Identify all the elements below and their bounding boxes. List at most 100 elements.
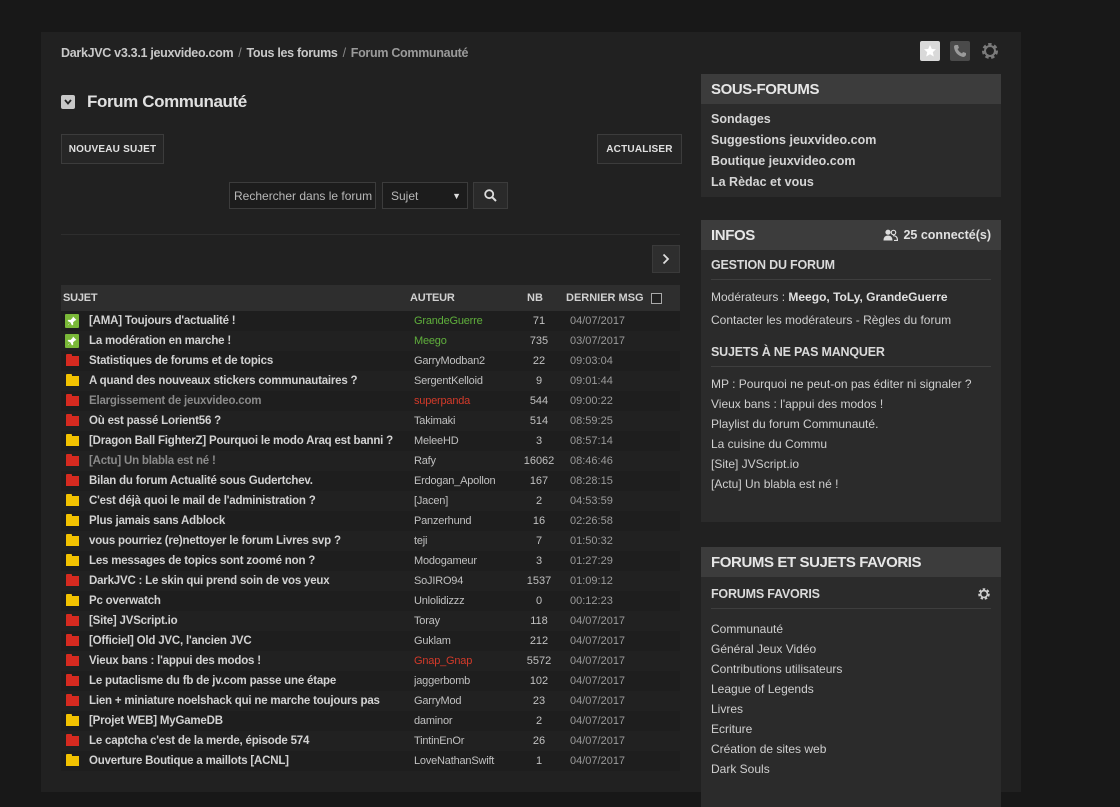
topic-author-link[interactable]: Meego (414, 335, 514, 347)
topic-last-message-link[interactable]: 04/07/2017 (564, 735, 655, 747)
forum-rules-link[interactable]: Règles du forum (863, 313, 951, 327)
subforum-link[interactable]: Suggestions jeuxvideo.com (711, 130, 991, 151)
topic-last-message-link[interactable]: 09:03:04 (564, 355, 655, 367)
topic-subject-link[interactable]: Plus jamais sans Adblock (83, 515, 414, 527)
topic-author-link[interactable]: GarryModban2 (414, 355, 514, 367)
search-button[interactable] (473, 182, 508, 209)
new-topic-button[interactable]: NOUVEAU SUJET (61, 134, 164, 164)
topic-subject-link[interactable]: [Site] JVScript.io (83, 615, 414, 627)
table-row[interactable]: Les messages de topics sont zoomé non ? M… (61, 551, 680, 571)
table-row[interactable]: C'est déjà quoi le mail de l'administrat… (61, 491, 680, 511)
topic-author-link[interactable]: Guklam (414, 635, 514, 647)
contact-moderators-link[interactable]: Contacter les modérateurs (711, 313, 852, 327)
table-row[interactable]: [Officiel] Old JVC, l'ancien JVC Guklam 21… (61, 631, 680, 651)
table-row[interactable]: [Actu] Un blabla est né ! Rafy 16062 08:46:… (61, 451, 680, 471)
topic-author-link[interactable]: Rafy (414, 455, 514, 467)
phone-icon[interactable] (950, 41, 970, 61)
topic-subject-link[interactable]: Statistiques de forums et de topics (83, 355, 414, 367)
topic-last-message-link[interactable]: 09:01:44 (564, 375, 655, 387)
topic-last-message-link[interactable]: 04/07/2017 (564, 655, 655, 667)
favorite-forum-link[interactable]: Création de sites web (711, 739, 991, 759)
topic-subject-link[interactable]: Bilan du forum Actualité sous Gudertchev… (83, 475, 414, 487)
table-row[interactable]: Pc overwatch Unlolidizzz 0 00:12:23 (61, 591, 680, 611)
topic-last-message-link[interactable]: 04/07/2017 (564, 695, 655, 707)
must-read-item[interactable]: MP : Pourquoi ne peut-on pas éditer ni s… (711, 377, 991, 391)
topic-author-link[interactable]: teji (414, 535, 514, 547)
search-input[interactable]: Rechercher dans le forum (229, 182, 376, 209)
table-row[interactable]: [Projet WEB] MyGameDB daminor 2 04/07/2017 (61, 711, 680, 731)
topic-author-link[interactable]: jaggerbomb (414, 675, 514, 687)
topic-subject-link[interactable]: [Actu] Un blabla est né ! (83, 455, 414, 467)
topic-subject-link[interactable]: La modération en marche ! (83, 335, 414, 347)
topic-author-link[interactable]: GrandeGuerre (414, 315, 514, 327)
table-row[interactable]: DarkJVC : Le skin qui prend soin de vos … (61, 571, 680, 591)
topic-author-link[interactable]: Panzerhund (414, 515, 514, 527)
must-read-item[interactable]: La cuisine du Commu (711, 437, 991, 451)
must-read-item[interactable]: Vieux bans : l'appui des modos ! (711, 397, 991, 411)
breadcrumb-site[interactable]: jeuxvideo.com (150, 46, 233, 60)
connected-count[interactable]: 25 connecté(s) (883, 228, 991, 242)
topic-subject-link[interactable]: Où est passé Lorient56 ? (83, 415, 414, 427)
moderators-list[interactable]: Meego, ToLy, GrandeGuerre (788, 290, 947, 304)
table-row[interactable]: vous pourriez (re)nettoyer le forum Livr… (61, 531, 680, 551)
topic-subject-link[interactable]: A quand des nouveaux stickers communauta… (83, 375, 414, 387)
topic-last-message-link[interactable]: 04/07/2017 (564, 315, 655, 327)
table-row[interactable]: Lien + miniature noelshack qui ne marche… (61, 691, 680, 711)
topic-author-link[interactable]: GarryMod (414, 695, 514, 707)
must-read-item[interactable]: [Site] JVScript.io (711, 457, 991, 471)
topic-last-message-link[interactable]: 00:12:23 (564, 595, 655, 607)
favorite-forum-link[interactable]: Contributions utilisateurs (711, 659, 991, 679)
topic-last-message-link[interactable]: 08:59:25 (564, 415, 655, 427)
table-row[interactable]: Statistiques de forums et de topics Garry… (61, 351, 680, 371)
topic-last-message-link[interactable]: 01:09:12 (564, 575, 655, 587)
topic-author-link[interactable]: superpanda (414, 395, 514, 407)
table-row[interactable]: A quand des nouveaux stickers communauta… (61, 371, 680, 391)
collapse-toggle-icon[interactable] (61, 95, 75, 109)
topic-author-link[interactable]: SergentKelloid (414, 375, 514, 387)
table-row[interactable]: Le putaclisme du fb de jv.com passe une … (61, 671, 680, 691)
subforum-link[interactable]: Boutique jeuxvideo.com (711, 151, 991, 172)
table-row[interactable]: La modération en marche ! Meego 735 03/07/2… (61, 331, 680, 351)
topic-subject-link[interactable]: [Projet WEB] MyGameDB (83, 715, 414, 727)
topic-subject-link[interactable]: Le captcha c'est de la merde, épisode 57… (83, 735, 414, 747)
topic-subject-link[interactable]: [Officiel] Old JVC, l'ancien JVC (83, 635, 414, 647)
table-row[interactable]: [AMA] Toujours d'actualité ! GrandeGuerre… (61, 311, 680, 331)
topic-author-link[interactable]: [Jacen] (414, 495, 514, 507)
favorite-forum-link[interactable]: Général Jeux Vidéo (711, 639, 991, 659)
topic-last-message-link[interactable]: 01:27:29 (564, 555, 655, 567)
table-row[interactable]: Vieux bans : l'appui des modos ! Gnap_Gna… (61, 651, 680, 671)
topic-last-message-link[interactable]: 04/07/2017 (564, 715, 655, 727)
next-page-button[interactable] (652, 245, 680, 273)
must-read-item[interactable]: [Actu] Un blabla est né ! (711, 477, 991, 491)
topic-last-message-link[interactable]: 08:46:46 (564, 455, 655, 467)
table-row[interactable]: [Site] JVScript.io Toray 118 04/07/2017 (61, 611, 680, 631)
topic-last-message-link[interactable]: 04/07/2017 (564, 675, 655, 687)
topic-subject-link[interactable]: Le putaclisme du fb de jv.com passe une … (83, 675, 414, 687)
topic-last-message-link[interactable]: 03/07/2017 (564, 335, 655, 347)
topic-subject-link[interactable]: [AMA] Toujours d'actualité ! (83, 315, 414, 327)
favorite-forum-link[interactable]: Ecriture (711, 719, 991, 739)
topic-subject-link[interactable]: DarkJVC : Le skin qui prend soin de vos … (83, 575, 414, 587)
favorite-forum-link[interactable]: Livres (711, 699, 991, 719)
topic-author-link[interactable]: Erdogan_Apollon (414, 475, 514, 487)
select-all-checkbox[interactable] (651, 292, 671, 304)
topic-author-link[interactable]: TintinEnOr (414, 735, 514, 747)
topic-last-message-link[interactable]: 04/07/2017 (564, 755, 655, 767)
topic-subject-link[interactable]: Les messages de topics sont zoomé non ? (83, 555, 414, 567)
table-row[interactable]: Où est passé Lorient56 ? Takimaki 514 08:59… (61, 411, 680, 431)
topic-last-message-link[interactable]: 04/07/2017 (564, 635, 655, 647)
subforum-link[interactable]: Sondages (711, 109, 991, 130)
topic-subject-link[interactable]: vous pourriez (re)nettoyer le forum Livr… (83, 535, 414, 547)
topic-author-link[interactable]: Toray (414, 615, 514, 627)
favorite-star-icon[interactable] (920, 41, 940, 61)
table-row[interactable]: Élargissement de jeuxvideo.com superpanda… (61, 391, 680, 411)
topic-last-message-link[interactable]: 02:26:58 (564, 515, 655, 527)
breadcrumb-version[interactable]: DarkJVC v3.3.1 (61, 46, 147, 60)
topic-last-message-link[interactable]: 01:50:32 (564, 535, 655, 547)
favorite-forum-link[interactable]: League of Legends (711, 679, 991, 699)
topic-author-link[interactable]: SoJIRO94 (414, 575, 514, 587)
topic-author-link[interactable]: daminor (414, 715, 514, 727)
topic-last-message-link[interactable]: 08:57:14 (564, 435, 655, 447)
settings-gear-icon[interactable] (980, 41, 1000, 61)
breadcrumb-all-forums[interactable]: Tous les forums (246, 46, 337, 60)
